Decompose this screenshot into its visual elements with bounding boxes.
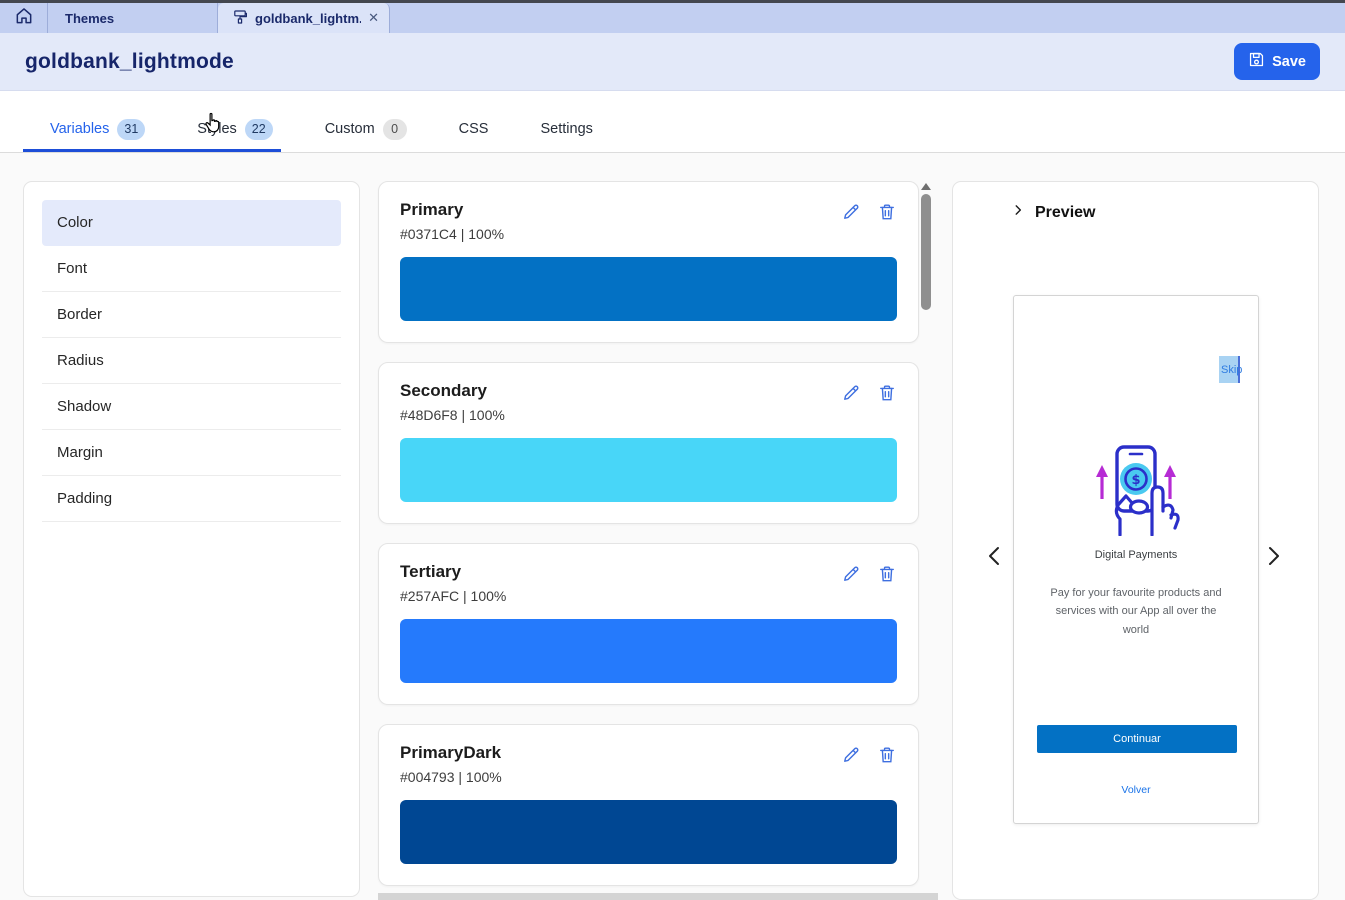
color-name: Secondary [400,381,505,401]
category-color[interactable]: Color [42,200,341,246]
tab-settings[interactable]: Settings [514,106,618,152]
app-preview-screen: Skip [1013,295,1259,824]
color-name: Primary [400,200,504,220]
delete-trash-icon[interactable] [877,383,897,403]
theme-editor-window: Themes goldbank_lightm... ✕ goldbank_lig… [0,0,1345,900]
next-card-edge [378,893,938,900]
color-swatch[interactable] [400,257,897,321]
carousel-prev-icon[interactable] [986,545,1002,572]
svg-text:$: $ [1131,473,1140,488]
themes-tab-label: Themes [65,11,114,26]
styles-scrollbar[interactable] [921,183,931,310]
tab-styles-label: Styles [197,121,237,137]
save-button-label: Save [1272,54,1306,70]
preview-panel: Preview Skip [952,181,1319,900]
delete-trash-icon[interactable] [877,564,897,584]
themes-tab[interactable]: Themes [48,3,218,33]
skip-label: Skip [1221,364,1242,376]
tab-custom-label: Custom [325,121,375,137]
edit-pencil-icon[interactable] [841,383,861,403]
color-name: Tertiary [400,562,506,582]
tab-variables[interactable]: Variables 31 [24,106,171,152]
category-margin[interactable]: Margin [42,430,341,476]
home-icon [14,6,34,31]
active-document-tab[interactable]: goldbank_lightm... ✕ [218,3,390,33]
save-button[interactable]: Save [1234,43,1320,80]
color-value: #004793 | 100% [400,769,502,785]
category-padding[interactable]: Padding [42,476,341,522]
tab-variables-badge: 31 [117,119,145,140]
category-radius[interactable]: Radius [42,338,341,384]
page-header: goldbank_lightmode Save [0,33,1345,91]
color-name: PrimaryDark [400,743,502,763]
skip-button[interactable]: Skip [1221,357,1245,384]
tab-styles[interactable]: Styles 22 [171,106,298,152]
tab-css[interactable]: CSS [433,106,515,152]
color-card-secondary: Secondary #48D6F8 | 100% [378,362,919,524]
scrollbar-up-arrow[interactable] [921,183,931,190]
edit-pencil-icon[interactable] [841,745,861,765]
preview-collapse-chevron-icon[interactable] [1011,203,1025,222]
active-tab-indicator [23,149,281,152]
style-category-list: Color Font Border Radius Shadow Margin P… [23,181,360,897]
category-font[interactable]: Font [42,246,341,292]
scrollbar-thumb[interactable] [921,194,931,310]
digital-payments-illustration: $ [1090,441,1182,541]
save-icon [1248,51,1265,72]
tab-settings-label: Settings [540,121,592,137]
edit-pencil-icon[interactable] [841,564,861,584]
tab-styles-badge: 22 [245,119,273,140]
preview-screen-title: Digital Payments [1014,549,1258,561]
color-value: #0371C4 | 100% [400,226,504,242]
color-value: #48D6F8 | 100% [400,407,505,423]
tab-variables-label: Variables [50,121,109,137]
home-tab[interactable] [0,3,48,33]
theme-painter-icon [232,9,248,28]
color-card-primary: Primary #0371C4 | 100% [378,181,919,343]
preview-screen-description: Pay for your favourite products and serv… [1044,584,1229,639]
delete-trash-icon[interactable] [877,202,897,222]
page-title: goldbank_lightmode [25,50,234,74]
preview-title: Preview [1035,204,1095,222]
color-card-primarydark: PrimaryDark #004793 | 100% [378,724,919,886]
carousel-next-icon[interactable] [1266,545,1282,572]
close-tab-icon[interactable]: ✕ [368,10,379,26]
active-tab-title: goldbank_lightm... [255,11,361,26]
color-value: #257AFC | 100% [400,588,506,604]
delete-trash-icon[interactable] [877,745,897,765]
category-shadow[interactable]: Shadow [42,384,341,430]
back-link[interactable]: Volver [1014,784,1258,796]
color-swatch[interactable] [400,619,897,683]
content-area: Color Font Border Radius Shadow Margin P… [0,153,1345,900]
window-tab-strip: Themes goldbank_lightm... ✕ [0,0,1345,33]
edit-pencil-icon[interactable] [841,202,861,222]
continue-button[interactable]: Continuar [1037,725,1237,753]
color-card-tertiary: Tertiary #257AFC | 100% [378,543,919,705]
tab-custom-badge: 0 [383,119,407,140]
category-border[interactable]: Border [42,292,341,338]
tab-custom[interactable]: Custom 0 [299,106,433,152]
color-swatch[interactable] [400,438,897,502]
theme-section-tabs: Variables 31 Styles 22 Custom 0 CSS Sett… [0,91,1345,153]
color-swatch[interactable] [400,800,897,864]
tab-css-label: CSS [459,121,489,137]
